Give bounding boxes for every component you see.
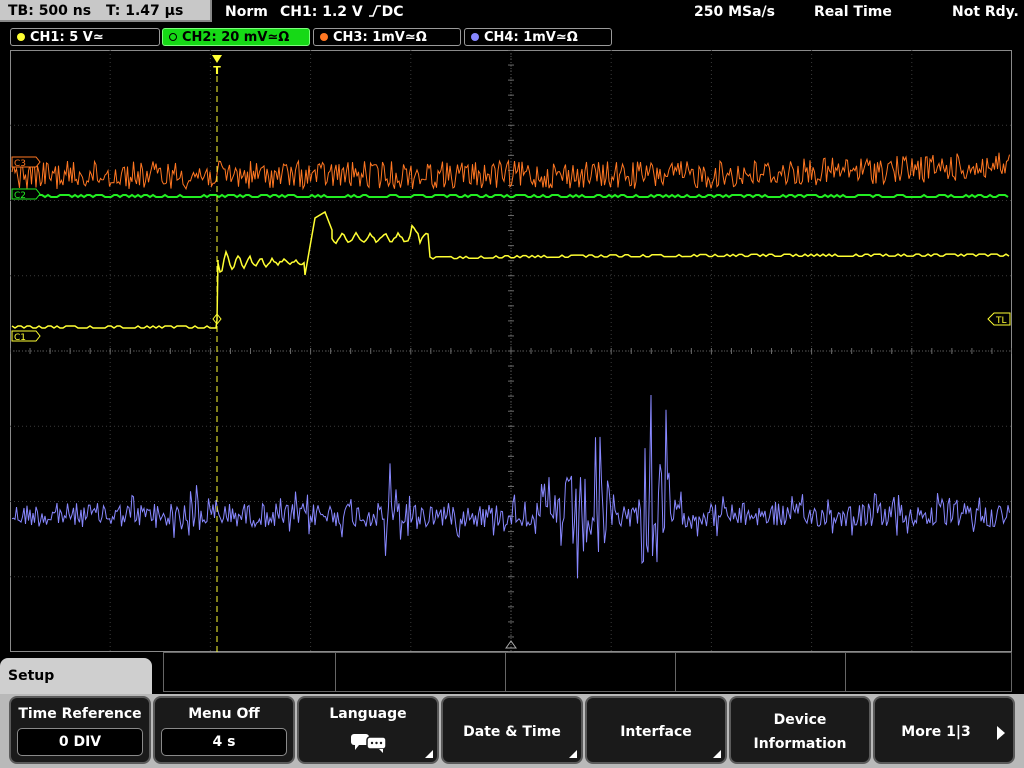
language-label: Language	[329, 706, 407, 722]
ch2-color-dot	[169, 33, 177, 41]
acquisition-mode[interactable]: Real Time	[814, 0, 892, 24]
channel-chip-ch2[interactable]: CH2: 20 mV≃Ω	[162, 28, 310, 46]
trigger-level-label: TL	[995, 316, 1007, 326]
time-reference-softkey[interactable]: Time Reference 0 DIV	[9, 696, 151, 764]
language-softkey[interactable]: Language	[297, 696, 439, 764]
submenu-corner-icon	[713, 750, 721, 758]
device-info-label-line1: Device	[773, 712, 827, 728]
trigger-status: Not Rdy.	[952, 4, 1019, 20]
rising-edge-icon	[368, 5, 381, 17]
waveform-display[interactable]: T C3 C2 C1 TL	[10, 50, 1012, 652]
trigger-mode[interactable]: Norm	[225, 0, 268, 24]
info-strip-divider	[675, 653, 676, 691]
ch3-reference-marker[interactable]: C3	[11, 156, 41, 169]
channel-bar: CH1: 5 V≃ CH2: 20 mV≃Ω CH3: 1mV≃Ω CH4: 1…	[0, 26, 1024, 48]
trigger-level: CH1: 1.2 V	[280, 4, 363, 20]
submenu-corner-icon	[569, 750, 577, 758]
next-page-arrow-icon	[997, 726, 1005, 740]
info-strip-divider	[335, 653, 336, 691]
timebase-box[interactable]: TB: 500 ns T: 1.47 µs	[0, 0, 212, 22]
menu-title-tab: Setup	[0, 658, 152, 694]
ch1-reference-marker[interactable]: C1	[11, 330, 41, 343]
submenu-corner-icon	[425, 750, 433, 758]
menu-off-value: 4 s	[161, 728, 287, 756]
sample-rate: 250 MSa/s	[694, 4, 776, 20]
interface-softkey[interactable]: Interface	[585, 696, 727, 764]
softkey-bar: Time Reference 0 DIV Menu Off 4 s Langua…	[0, 694, 1024, 768]
ch4-label: CH4: 1mV≃Ω	[484, 30, 578, 45]
info-strip-divider	[505, 653, 506, 691]
trigger-setting[interactable]: CH1: 1.2 V DC	[280, 0, 404, 24]
ch1-marker-label: C1	[14, 333, 26, 343]
speech-bubble-icon	[351, 734, 387, 753]
channel-chip-ch1[interactable]: CH1: 5 V≃	[10, 28, 160, 46]
time-reference-label: Time Reference	[18, 706, 142, 722]
trigger-pos-label: T	[213, 64, 221, 77]
ch1-color-dot	[17, 33, 25, 41]
menu-off-softkey[interactable]: Menu Off 4 s	[153, 696, 295, 764]
ch1-label: CH1: 5 V≃	[30, 30, 104, 45]
device-info-label-line2: Information	[753, 736, 847, 752]
time-reference-value: 0 DIV	[17, 728, 143, 756]
ch3-color-dot	[320, 33, 328, 41]
device-information-softkey[interactable]: Device Information	[729, 696, 871, 764]
ch4-color-dot	[471, 33, 479, 41]
channel-chip-ch4[interactable]: CH4: 1mV≃Ω	[464, 28, 612, 46]
channel-chip-ch3[interactable]: CH3: 1mV≃Ω	[313, 28, 461, 46]
date-time-softkey[interactable]: Date & Time	[441, 696, 583, 764]
menu-off-label: Menu Off	[188, 706, 260, 722]
status-bar: TB: 500 ns T: 1.47 µs Norm CH1: 1.2 V DC…	[0, 0, 1024, 24]
ch2-reference-marker[interactable]: C2	[11, 188, 41, 201]
timebase-value: TB: 500 ns	[8, 3, 92, 19]
interface-label: Interface	[620, 724, 692, 740]
date-time-label: Date & Time	[463, 724, 561, 740]
info-strip	[163, 652, 1012, 692]
ch3-marker-label: C3	[14, 159, 26, 169]
more-label: More 1|3	[901, 724, 971, 740]
info-strip-divider	[845, 653, 846, 691]
more-softkey[interactable]: More 1|3	[873, 696, 1015, 764]
ch2-marker-label: C2	[14, 191, 26, 201]
ch3-label: CH3: 1mV≃Ω	[333, 30, 427, 45]
ch2-label: CH2: 20 mV≃Ω	[182, 30, 290, 45]
trigger-coupling: DC	[381, 4, 404, 20]
trigger-time-value: T: 1.47 µs	[105, 3, 184, 19]
